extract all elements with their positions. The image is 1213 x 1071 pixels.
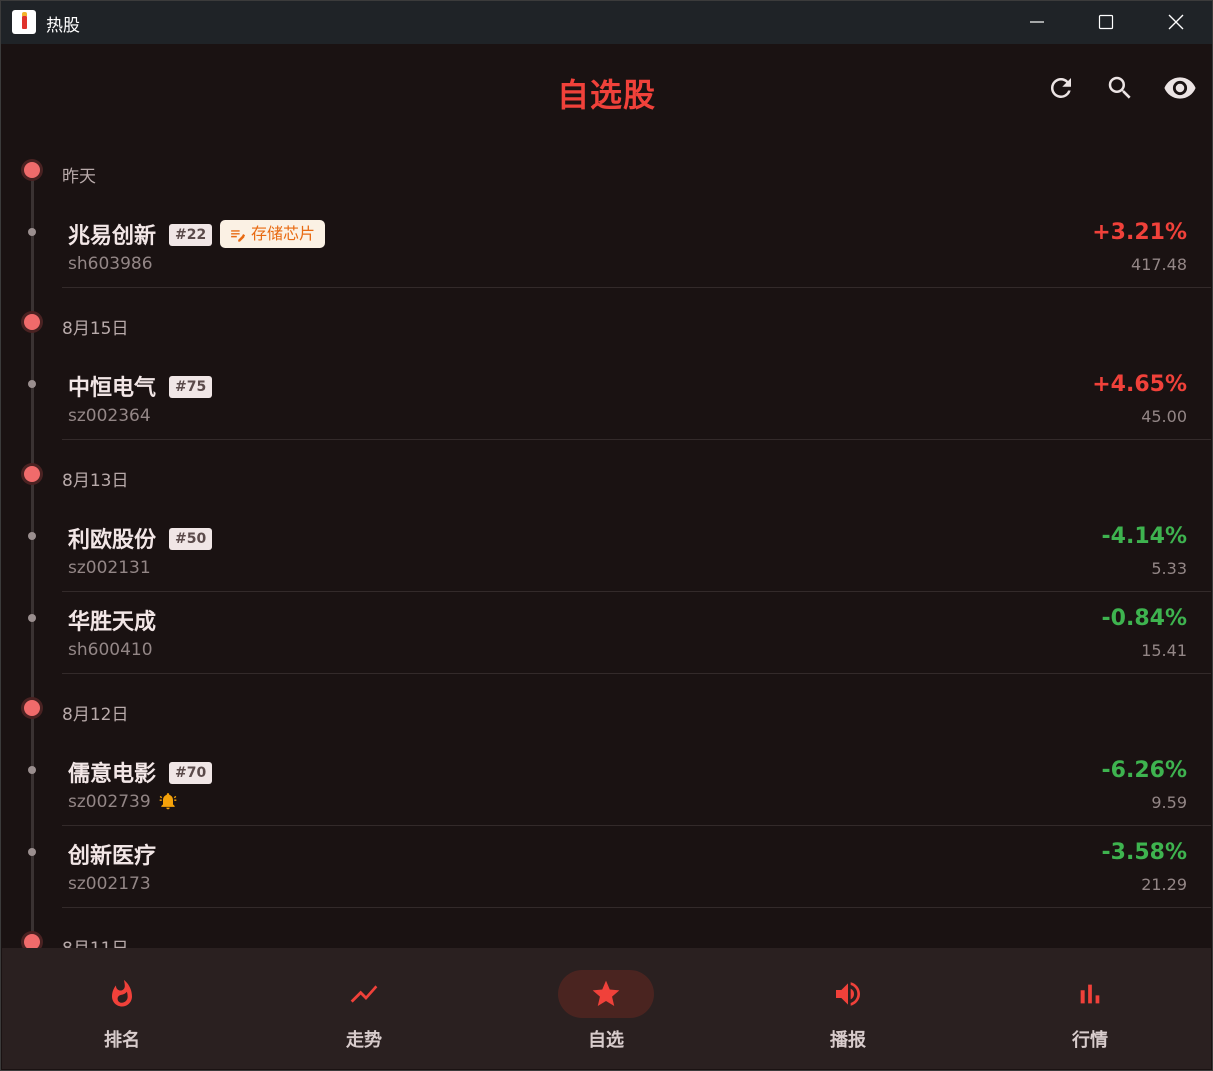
stock-name: 中恒电气 <box>68 376 157 401</box>
timeline-dot <box>24 934 40 948</box>
app-logo-icon <box>12 10 36 34</box>
stock-code: sh600410 <box>68 640 153 660</box>
nav-item-market[interactable]: 行情 <box>970 948 1210 1069</box>
close-button[interactable] <box>1141 0 1211 44</box>
minimize-icon <box>1030 21 1044 23</box>
rank-badge: #75 <box>169 376 213 398</box>
rank-badge: #22 <box>169 224 213 246</box>
stock-row[interactable]: 创新医疗 sz002173 -3.58% 21.29 <box>0 826 1213 908</box>
maximize-icon <box>1098 14 1114 30</box>
bar-chart-icon <box>1080 984 1100 1004</box>
nav-label: 走势 <box>346 1030 382 1051</box>
stock-code: sz002173 <box>68 874 151 894</box>
group-date: 8月11日 <box>62 934 128 948</box>
date-group-header: 8月13日 <box>0 440 1213 510</box>
timeline-dot <box>24 314 40 330</box>
stock-name: 儒意电影 <box>68 762 157 787</box>
eye-icon <box>1164 77 1196 99</box>
nav-icon-container <box>316 970 412 1018</box>
group-date: 昨天 <box>62 167 96 187</box>
nav-label: 播报 <box>830 1030 866 1051</box>
nav-icon-container <box>74 970 170 1018</box>
timeline-node <box>28 228 36 236</box>
timeline-dot <box>24 700 40 716</box>
stock-code: sz002739 <box>68 792 151 812</box>
stock-name: 创新医疗 <box>68 844 157 869</box>
nav-icon-container <box>800 970 896 1018</box>
search-button[interactable] <box>1102 70 1138 106</box>
refresh-icon <box>1050 77 1071 98</box>
stock-code: sh603986 <box>68 254 153 274</box>
nav-item-ranking[interactable]: 排名 <box>2 948 242 1069</box>
nav-item-broadcast[interactable]: 播报 <box>728 948 968 1069</box>
nav-label: 行情 <box>1072 1030 1108 1051</box>
nav-icon-container <box>558 970 654 1018</box>
stock-name: 兆易创新 <box>68 224 157 249</box>
timeline-node <box>28 532 36 540</box>
group-date: 8月12日 <box>62 705 129 725</box>
page-title: 自选股 <box>556 76 656 114</box>
visibility-button[interactable] <box>1162 70 1198 106</box>
sector-tag-label: 存储芯片 <box>251 224 316 243</box>
date-group-header: 8月11日 <box>0 908 1213 948</box>
minimize-button[interactable] <box>1002 0 1072 44</box>
stock-price: 45.00 <box>1141 407 1187 426</box>
nav-icon-container <box>1042 970 1138 1018</box>
stock-price: 15.41 <box>1141 641 1187 660</box>
rank-badge: #50 <box>169 528 213 550</box>
price-change: -3.58% <box>1101 840 1187 865</box>
speaker-icon <box>836 982 860 1006</box>
timeline-node <box>28 848 36 856</box>
list-edit-icon <box>231 229 246 242</box>
fire-icon <box>112 979 132 1007</box>
stock-code: sz002364 <box>68 406 151 426</box>
price-change: -0.84% <box>1101 606 1187 631</box>
bell-icon <box>159 793 177 810</box>
stock-price: 9.59 <box>1151 793 1187 812</box>
star-icon <box>592 980 620 1006</box>
watchlist[interactable]: 昨天 兆易创新 #22 存储芯片 sh603986 +3.21% 417.48 … <box>0 136 1213 948</box>
alert-bell[interactable] <box>158 791 178 811</box>
group-date: 8月15日 <box>62 319 129 339</box>
refresh-button[interactable] <box>1043 70 1079 106</box>
nav-item-watchlist[interactable]: 自选 <box>486 948 726 1069</box>
price-change: -6.26% <box>1101 758 1187 783</box>
price-change: -4.14% <box>1101 524 1187 549</box>
timeline-node <box>28 614 36 622</box>
price-change: +3.21% <box>1092 220 1187 245</box>
date-group-header: 昨天 <box>0 136 1213 206</box>
maximize-button[interactable] <box>1071 0 1141 44</box>
stock-row[interactable]: 儒意电影 #70 sz002739 -6.26% 9.59 <box>0 744 1213 826</box>
stock-price: 5.33 <box>1151 559 1187 578</box>
stock-code: sz002131 <box>68 558 151 578</box>
stock-row[interactable]: 利欧股份 #50 sz002131 -4.14% 5.33 <box>0 510 1213 592</box>
stock-row[interactable]: 中恒电气 #75 sz002364 +4.65% 45.00 <box>0 358 1213 440</box>
app-header: 自选股 <box>0 44 1213 136</box>
timeline-node <box>28 380 36 388</box>
timeline-dot <box>24 466 40 482</box>
stock-row[interactable]: 兆易创新 #22 存储芯片 sh603986 +3.21% 417.48 <box>0 206 1213 288</box>
timeline-dot <box>24 162 40 178</box>
search-icon <box>1108 76 1131 99</box>
stock-price: 21.29 <box>1141 875 1187 894</box>
nav-label: 排名 <box>104 1030 140 1051</box>
rank-badge: #70 <box>169 762 213 784</box>
timeline-node <box>28 766 36 774</box>
stock-row[interactable]: 华胜天成 sh600410 -0.84% 15.41 <box>0 592 1213 674</box>
sector-tag[interactable]: 存储芯片 <box>220 220 326 248</box>
group-date: 8月13日 <box>62 471 129 491</box>
stock-price: 417.48 <box>1131 255 1187 274</box>
price-change: +4.65% <box>1092 372 1187 397</box>
stock-name: 华胜天成 <box>68 610 157 635</box>
window-title: 热股 <box>46 16 80 36</box>
bottom-nav: 排名 走势 自选 播报 行情 <box>2 948 1211 1069</box>
title-bar: 热股 <box>0 0 1213 44</box>
stock-name: 利欧股份 <box>68 528 157 553</box>
trend-icon <box>350 985 378 1003</box>
nav-item-trend[interactable]: 走势 <box>244 948 484 1069</box>
date-group-header: 8月12日 <box>0 674 1213 744</box>
nav-label: 自选 <box>588 1030 624 1051</box>
close-icon <box>1168 14 1184 30</box>
date-group-header: 8月15日 <box>0 288 1213 358</box>
